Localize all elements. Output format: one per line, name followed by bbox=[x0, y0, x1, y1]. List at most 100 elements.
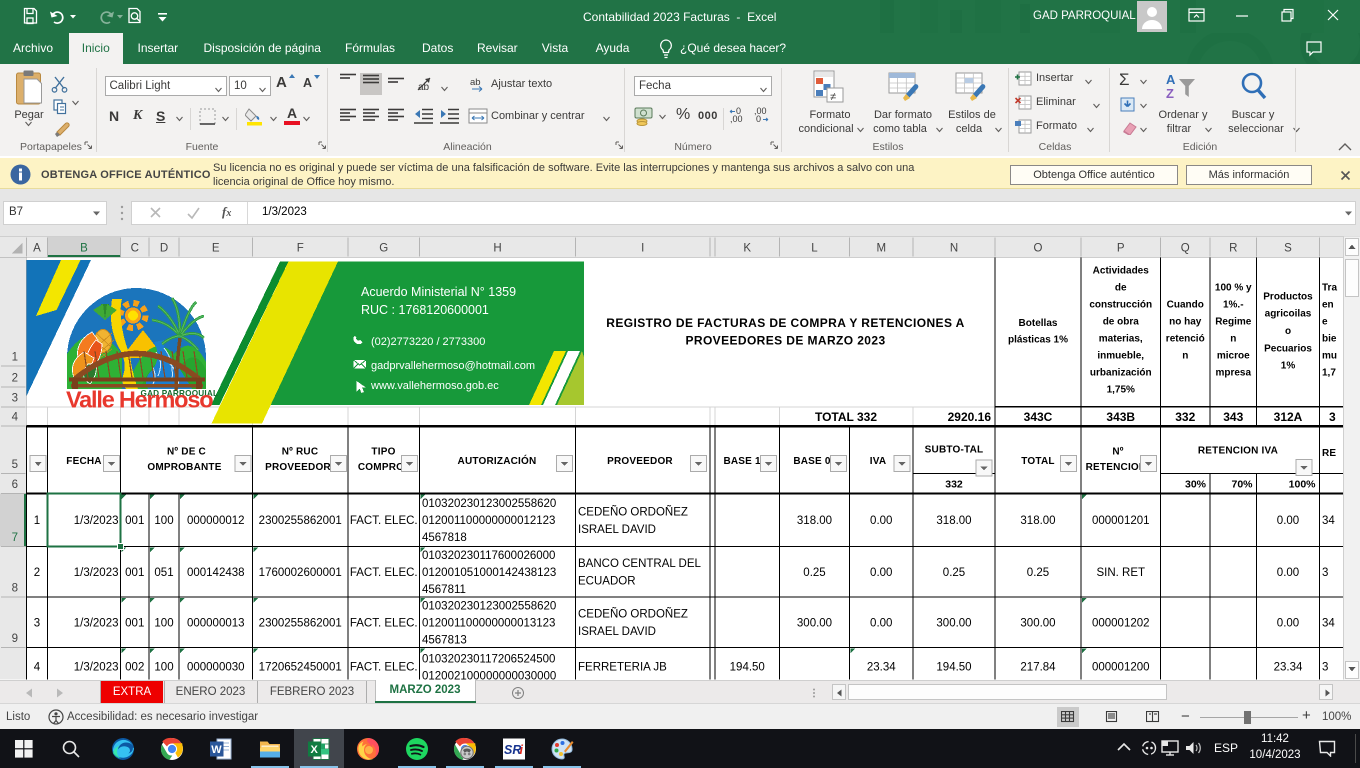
svg-text:100: 100 bbox=[154, 617, 173, 629]
svg-text:SIN. RET: SIN. RET bbox=[1096, 567, 1145, 579]
svg-text:Productos: Productos bbox=[1263, 292, 1313, 303]
svg-text:1%.-: 1%.- bbox=[1223, 300, 1244, 311]
svg-text:1/3/2023: 1/3/2023 bbox=[74, 617, 119, 629]
svg-text:3: 3 bbox=[1322, 662, 1328, 674]
svg-text:0.25: 0.25 bbox=[943, 567, 965, 579]
svg-text:100: 100 bbox=[154, 515, 173, 527]
svg-text:TIPO: TIPO bbox=[371, 447, 395, 458]
svg-text:REGISTRO DE FACTURAS DE COMPRA: REGISTRO DE FACTURAS DE COMPRA Y RETENCI… bbox=[606, 316, 964, 330]
svg-text:R: R bbox=[1229, 243, 1237, 255]
svg-text:IVA: IVA bbox=[870, 456, 887, 467]
svg-text:051: 051 bbox=[154, 567, 173, 579]
svg-text:TOTAL 332: TOTAL 332 bbox=[815, 410, 877, 424]
svg-text:343B: 343B bbox=[1106, 410, 1135, 424]
svg-text:000142438: 000142438 bbox=[187, 567, 245, 579]
svg-text:1/3/2023: 1/3/2023 bbox=[74, 662, 119, 674]
svg-text:FECHA: FECHA bbox=[66, 456, 101, 467]
svg-text:O: O bbox=[1034, 243, 1043, 255]
svg-text:(02)2773220 / 2773300: (02)2773220 / 2773300 bbox=[371, 336, 485, 348]
svg-text:010320230123002558620: 010320230123002558620 bbox=[422, 498, 556, 510]
svg-text:0.00: 0.00 bbox=[870, 567, 892, 579]
svg-text:012001100000000013123: 012001100000000013123 bbox=[422, 617, 555, 629]
svg-text:FACT. ELEC.: FACT. ELEC. bbox=[350, 515, 418, 527]
svg-text:4: 4 bbox=[34, 662, 41, 674]
svg-text:Botellas: Botellas bbox=[1019, 318, 1058, 329]
svg-text:urbanización: urbanización bbox=[1090, 368, 1152, 379]
svg-text:RETENCION IVA: RETENCION IVA bbox=[1198, 446, 1278, 457]
svg-text:4567811: 4567811 bbox=[422, 584, 466, 596]
svg-text:0.00: 0.00 bbox=[1277, 617, 1299, 629]
svg-text:e: e bbox=[1322, 317, 1328, 328]
svg-text:E: E bbox=[212, 243, 220, 255]
svg-text:RE: RE bbox=[1322, 448, 1336, 459]
svg-text:retenció: retenció bbox=[1166, 334, 1205, 345]
svg-text:Q: Q bbox=[1181, 243, 1190, 255]
svg-text:Regime: Regime bbox=[1215, 317, 1252, 328]
svg-text:F: F bbox=[297, 243, 304, 255]
svg-text:L: L bbox=[811, 243, 818, 255]
svg-text:n: n bbox=[1230, 334, 1236, 345]
svg-text:1%: 1% bbox=[1281, 361, 1296, 372]
svg-text:mu: mu bbox=[1322, 351, 1337, 362]
svg-text:343: 343 bbox=[1223, 410, 1243, 424]
svg-text:ISRAEL DAVID: ISRAEL DAVID bbox=[578, 626, 656, 638]
svg-text:0.25: 0.25 bbox=[803, 567, 825, 579]
svg-text:100: 100 bbox=[154, 662, 173, 674]
svg-text:5: 5 bbox=[12, 459, 18, 471]
svg-text:3: 3 bbox=[34, 617, 40, 629]
svg-text:343C: 343C bbox=[1024, 410, 1053, 424]
svg-text:4567818: 4567818 bbox=[422, 532, 467, 544]
svg-text:001: 001 bbox=[125, 617, 144, 629]
svg-text:FACT. ELEC.: FACT. ELEC. bbox=[350, 567, 418, 579]
svg-text:000001202: 000001202 bbox=[1092, 617, 1150, 629]
svg-text:332: 332 bbox=[1175, 410, 1195, 424]
svg-text:010320230123002558620: 010320230123002558620 bbox=[422, 600, 556, 612]
svg-text:Nº DE C: Nº DE C bbox=[167, 447, 206, 458]
svg-text:X: X bbox=[310, 744, 318, 756]
svg-text:318.00: 318.00 bbox=[1020, 515, 1055, 527]
svg-text:PROVEEDORES DE MARZO 2023: PROVEEDORES DE MARZO 2023 bbox=[685, 334, 885, 348]
svg-text:000000013: 000000013 bbox=[187, 617, 245, 629]
svg-text:no hay: no hay bbox=[1169, 317, 1202, 328]
svg-text:construcción: construcción bbox=[1089, 300, 1152, 311]
svg-text:4567813: 4567813 bbox=[422, 634, 467, 646]
svg-text:3: 3 bbox=[1322, 567, 1328, 579]
svg-text:300.00: 300.00 bbox=[1020, 617, 1055, 629]
svg-text:1/3/2023: 1/3/2023 bbox=[74, 515, 119, 527]
svg-text:3: 3 bbox=[1329, 410, 1336, 424]
svg-text:o: o bbox=[1285, 326, 1291, 337]
svg-text:ECUADOR: ECUADOR bbox=[578, 576, 636, 588]
svg-text:34: 34 bbox=[1322, 617, 1335, 629]
svg-text:Cuando: Cuando bbox=[1167, 300, 1204, 311]
svg-text:FACT. ELEC.: FACT. ELEC. bbox=[350, 662, 418, 674]
svg-text:312A: 312A bbox=[1274, 410, 1303, 424]
svg-text:010320230117600026000: 010320230117600026000 bbox=[422, 550, 555, 562]
svg-text:W: W bbox=[211, 744, 222, 756]
svg-text:0.00: 0.00 bbox=[1277, 515, 1299, 527]
svg-text:de obra: de obra bbox=[1103, 317, 1140, 328]
svg-text:TOTAL: TOTAL bbox=[1021, 456, 1054, 467]
svg-text:I: I bbox=[641, 243, 644, 255]
svg-text:inmueble,: inmueble, bbox=[1097, 351, 1144, 362]
svg-text:C: C bbox=[131, 243, 139, 255]
svg-text:1,7: 1,7 bbox=[1322, 368, 1336, 379]
svg-text:000001201: 000001201 bbox=[1092, 515, 1150, 527]
svg-text:23.34: 23.34 bbox=[1274, 662, 1303, 674]
svg-text:1760002600001: 1760002600001 bbox=[259, 567, 342, 579]
svg-text:300.00: 300.00 bbox=[936, 617, 971, 629]
svg-text:SUBTO-TAL: SUBTO-TAL bbox=[925, 445, 984, 456]
svg-text:318.00: 318.00 bbox=[797, 515, 832, 527]
svg-text:1: 1 bbox=[12, 352, 18, 364]
svg-text:0.00: 0.00 bbox=[870, 515, 892, 527]
svg-text:0.00: 0.00 bbox=[1277, 567, 1299, 579]
svg-text:2920.16: 2920.16 bbox=[948, 410, 992, 424]
svg-text:Pecuarios: Pecuarios bbox=[1264, 344, 1312, 355]
svg-text:CEDEÑO ORDOÑEZ: CEDEÑO ORDOÑEZ bbox=[578, 505, 688, 518]
svg-text:001: 001 bbox=[125, 515, 144, 527]
svg-text:BASE 0: BASE 0 bbox=[793, 456, 831, 467]
svg-text:Tra: Tra bbox=[1322, 283, 1337, 294]
svg-text:012001100000000012123: 012001100000000012123 bbox=[422, 515, 555, 527]
svg-text:H: H bbox=[493, 243, 501, 255]
svg-text:9: 9 bbox=[12, 633, 18, 645]
svg-text:1: 1 bbox=[34, 515, 40, 527]
